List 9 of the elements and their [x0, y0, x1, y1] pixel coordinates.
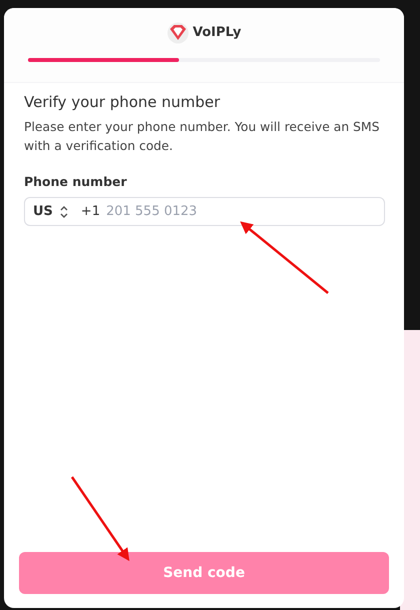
field-label: Phone number	[24, 173, 128, 192]
page-title: Verify your phone number	[24, 93, 222, 111]
logo-icon	[166, 22, 189, 44]
country-code[interactable]: US	[33, 202, 53, 222]
phone-field[interactable]: US +1 201 555 0123	[24, 197, 385, 226]
chevron-up-down-icon[interactable]	[58, 204, 69, 219]
description-text: Please enter your phone number. You will receive an SMS with a verification code.	[24, 118, 380, 156]
dial-code: +1	[80, 202, 100, 221]
brand-name: VoIPLy	[192, 24, 242, 42]
